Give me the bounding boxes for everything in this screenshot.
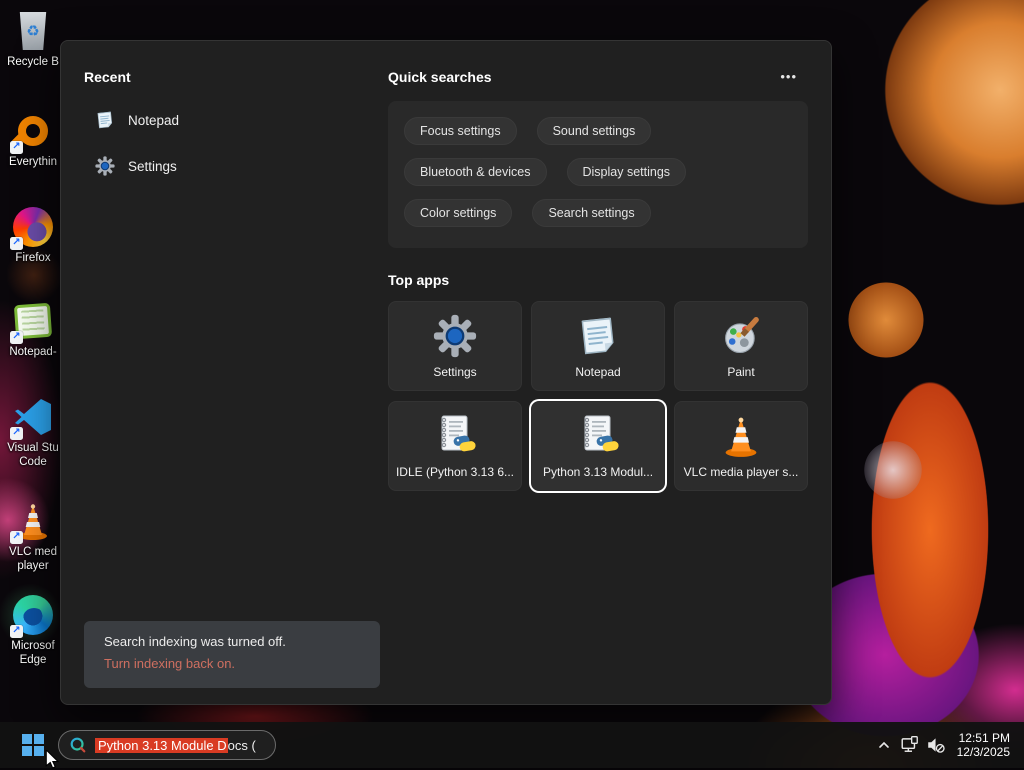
python-document-icon [433,414,477,458]
desktop-icon-visual-studio-code[interactable]: ↗ Visual Stu Code [1,396,65,469]
search-icon [69,736,87,754]
vlc-cone-icon [719,414,763,458]
indexing-action-link[interactable]: Turn indexing back on. [104,655,360,672]
notepad-plus-plus-icon: ↗ [12,300,54,342]
tile-label: Notepad [536,365,660,379]
shortcut-arrow-icon: ↗ [10,331,23,344]
quick-search-pill[interactable]: Search settings [532,199,650,227]
search-query-text: Python 3.13 Module Docs ( [95,738,256,753]
tile-label: VLC media player s... [679,465,803,479]
quick-search-pill[interactable]: Sound settings [537,117,652,145]
python-document-icon [576,414,620,458]
top-app-tile-settings[interactable]: Settings [388,301,522,391]
desktop-icon-label: Firefox [15,251,50,265]
quick-search-pill[interactable]: Color settings [404,199,512,227]
paint-palette-icon [719,314,763,358]
shortcut-arrow-icon: ↗ [10,237,23,250]
more-options-icon[interactable]: ••• [780,69,797,84]
desktop-icon-label-line2: Code [19,455,47,469]
top-app-tile-idle-python[interactable]: IDLE (Python 3.13 6... [388,401,522,491]
taskbar-search-input[interactable]: Python 3.13 Module Docs ( [58,730,276,760]
recent-section-title: Recent [84,69,131,85]
firefox-icon: ↗ [12,206,54,248]
desktop-icon-label: Recycle B [7,55,59,69]
shortcut-arrow-icon: ↗ [10,625,23,638]
shortcut-arrow-icon: ↗ [10,531,23,544]
tile-label: Settings [393,365,517,379]
gear-icon [95,156,115,176]
notepad-icon [576,314,620,358]
desktop-icon-label-line2: player [17,559,48,573]
clock-date: 12/3/2025 [957,745,1010,759]
desktop-icon-label: VLC med [9,545,57,559]
top-app-tile-python-module-docs[interactable]: Python 3.13 Modul... [531,401,665,491]
vlc-cone-icon: ↗ [12,500,54,542]
clock-time: 12:51 PM [957,731,1010,745]
quick-search-pill[interactable]: Bluetooth & devices [404,158,547,186]
mouse-cursor [44,750,61,770]
edge-icon: ↗ [12,594,54,636]
recent-item-label: Settings [128,159,177,174]
taskbar: Python 3.13 Module Docs ( 12:51 PM 12/3/… [0,722,1024,768]
quick-searches-title: Quick searches [388,69,492,85]
desktop-icon-label: Notepad- [9,345,56,359]
search-selection: Python 3.13 Module D [95,738,228,753]
tray-volume-muted-icon[interactable] [923,732,949,758]
notepad-icon [95,110,115,130]
search-flyout-panel: Recent Notepad Setti [60,40,832,705]
tray-chevron-up-icon[interactable] [871,732,897,758]
top-app-tile-notepad[interactable]: Notepad [531,301,665,391]
top-app-tile-paint[interactable]: Paint [674,301,808,391]
indexing-notice-message: Search indexing was turned off. [104,633,360,650]
desktop-icon-firefox[interactable]: ↗ Firefox [1,206,65,265]
tile-label: Python 3.13 Modul... [536,465,660,479]
tile-label: Paint [679,365,803,379]
tile-label: IDLE (Python 3.13 6... [393,465,517,479]
desktop-icon-notepad-plus-plus[interactable]: ↗ Notepad- [1,300,65,359]
tray-network-icon[interactable] [897,732,923,758]
desktop-icon-label: Microsof [11,639,54,653]
system-tray: 12:51 PM 12/3/2025 [871,722,1024,768]
indexing-notice: Search indexing was turned off. Turn ind… [84,621,380,688]
top-apps-grid: Settings Notepad [388,301,808,491]
gear-icon [433,314,477,358]
desktop-icon-label: Visual Stu [7,441,59,455]
recent-item-settings[interactable]: Settings [95,153,177,179]
top-apps-title: Top apps [388,272,449,288]
vscode-icon: ↗ [12,396,54,438]
search-unselected-text: ocs ( [228,738,256,753]
taskbar-clock[interactable]: 12:51 PM 12/3/2025 [957,731,1010,759]
desktop-icon-label-line2: Edge [20,653,47,667]
desktop-icon-microsoft-edge[interactable]: ↗ Microsof Edge [1,594,65,667]
quick-search-pill[interactable]: Display settings [567,158,687,186]
recent-item-label: Notepad [128,113,179,128]
desktop-icon-everything[interactable]: ↗ Everythin [1,110,65,169]
quick-searches-card: Focus settings Sound settings Bluetooth … [388,101,808,248]
everything-magnifier-icon: ↗ [12,110,54,152]
desktop-icon-vlc[interactable]: ↗ VLC med player [1,500,65,573]
desktop-icon-recycle-bin[interactable]: ♻ Recycle B [1,10,65,69]
shortcut-arrow-icon: ↗ [10,427,23,440]
desktop-icon-label: Everythin [9,155,57,169]
windows-logo-icon [22,734,44,756]
shortcut-arrow-icon: ↗ [10,141,23,154]
recent-item-notepad[interactable]: Notepad [95,107,179,133]
top-app-tile-vlc[interactable]: VLC media player s... [674,401,808,491]
quick-search-pill[interactable]: Focus settings [404,117,517,145]
recycle-bin-icon: ♻ [12,10,54,52]
